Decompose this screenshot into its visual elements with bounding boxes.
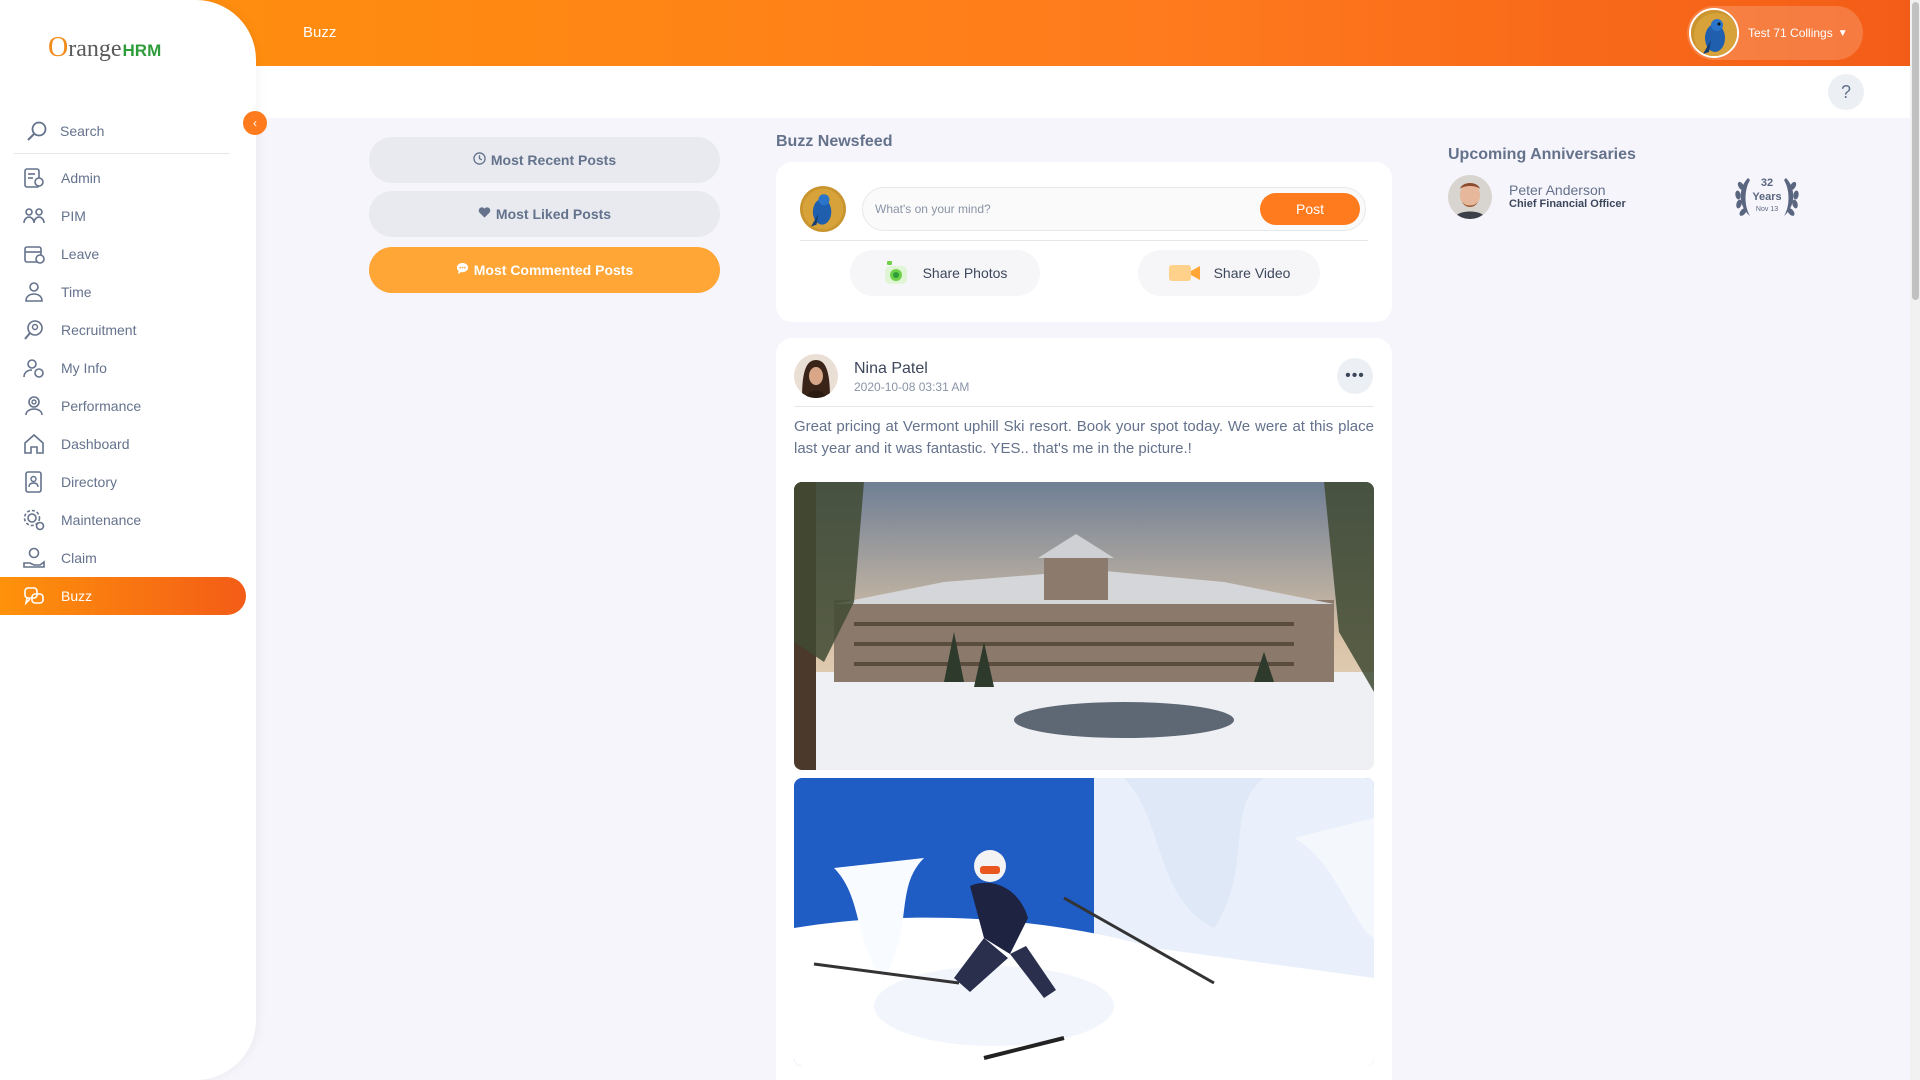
user-avatar	[1689, 8, 1739, 58]
sidebar-item-claim[interactable]: Claim	[0, 539, 246, 577]
anniversary-years-label: Years	[1752, 191, 1782, 203]
anniversary-name: Peter Anderson	[1509, 182, 1606, 198]
most-liked-posts-button[interactable]: Most Liked Posts	[369, 191, 720, 237]
filter-label: Most Liked Posts	[495, 206, 612, 222]
post-author-name[interactable]: Nina Patel	[854, 360, 928, 378]
sidebar-item-my-info[interactable]: My Info	[0, 349, 246, 387]
filter-label: Most Recent Posts	[490, 152, 617, 168]
buzz-icon	[22, 584, 46, 608]
sidebar-item-label: Admin	[61, 170, 101, 186]
camera-icon	[883, 260, 911, 286]
sidebar-item-label: Leave	[61, 246, 100, 262]
sidebar-item-leave[interactable]: Leave	[0, 235, 246, 273]
main-menu: Admin PIM Leave Time Recruitment My Info…	[0, 159, 246, 615]
top-header: Buzz Test 71 Collings ▼	[0, 0, 1920, 66]
help-button[interactable]: ?	[1828, 74, 1864, 110]
sidebar-item-dashboard[interactable]: Dashboard	[0, 425, 246, 463]
performance-icon	[22, 394, 46, 418]
sidebar-item-label: Dashboard	[61, 436, 130, 452]
share-video-button[interactable]: Share Video	[1138, 250, 1320, 296]
clock-icon	[473, 152, 486, 168]
sidebar-item-recruitment[interactable]: Recruitment	[0, 311, 246, 349]
sidebar-item-label: Maintenance	[61, 512, 142, 528]
maintenance-icon	[22, 508, 46, 532]
sidebar-item-directory[interactable]: Directory	[0, 463, 246, 501]
orangehrm-logo[interactable]: O range HRM	[48, 32, 161, 64]
composer-avatar	[800, 186, 846, 232]
comment-icon	[456, 262, 469, 278]
heart-icon	[478, 206, 491, 222]
page-title: Buzz	[303, 24, 337, 41]
sidebar-collapse-button[interactable]: ‹	[243, 111, 267, 135]
filter-label: Most Commented Posts	[473, 262, 634, 278]
post-date: 2020-10-08 03:31 AM	[854, 380, 970, 394]
user-dropdown[interactable]: Test 71 Collings ▼	[1687, 6, 1863, 60]
pim-icon	[22, 204, 46, 228]
logo-text: range	[68, 36, 122, 62]
sidebar-item-label: Performance	[61, 398, 142, 414]
sidebar-item-performance[interactable]: Performance	[0, 387, 246, 425]
sidebar: O range HRM Search Admin PIM Leave Time …	[0, 0, 256, 1080]
anniversary-years-badge: 32 Years Nov 13	[1732, 172, 1802, 222]
claim-icon	[22, 546, 46, 570]
chevron-down-icon: ▼	[1837, 27, 1848, 39]
post-image-skier[interactable]	[794, 778, 1374, 1066]
video-camera-icon	[1168, 263, 1202, 283]
share-video-label: Share Video	[1213, 265, 1291, 281]
post-composer: What's on your mind? Post Share Photos S…	[776, 162, 1392, 322]
scrollbar-thumb[interactable]	[1912, 2, 1919, 300]
post-button[interactable]: Post	[1260, 193, 1360, 225]
divider	[800, 240, 1368, 241]
post-options-button[interactable]: •••	[1337, 358, 1373, 394]
directory-icon	[22, 470, 46, 494]
anniversary-years: 32	[1760, 177, 1774, 189]
sidebar-item-pim[interactable]: PIM	[0, 197, 246, 235]
sidebar-item-label: Time	[61, 284, 92, 300]
most-commented-posts-button[interactable]: Most Commented Posts	[369, 247, 720, 293]
sidebar-item-time[interactable]: Time	[0, 273, 246, 311]
post-body: Great pricing at Vermont uphill Ski reso…	[794, 418, 1374, 457]
sidebar-item-label: Recruitment	[61, 322, 137, 338]
time-icon	[22, 280, 46, 304]
dashboard-icon	[22, 432, 46, 456]
sidebar-item-label: Directory	[61, 474, 118, 490]
anniversary-date: Nov 13	[1755, 206, 1779, 213]
logo-letter-o: O	[48, 32, 69, 63]
sub-header	[256, 66, 1910, 118]
most-recent-posts-button[interactable]: Most Recent Posts	[369, 137, 720, 183]
post-author-avatar	[794, 354, 838, 398]
logo-hrm: HRM	[122, 41, 162, 60]
leave-icon	[22, 242, 46, 266]
sidebar-item-label: My Info	[61, 360, 107, 376]
share-photos-button[interactable]: Share Photos	[850, 250, 1040, 296]
post-image-resort[interactable]	[794, 482, 1374, 770]
sidebar-item-label: Buzz	[61, 588, 93, 604]
share-photos-label: Share Photos	[922, 265, 1008, 281]
anniversaries-title: Upcoming Anniversaries	[1448, 146, 1636, 163]
sidebar-item-maintenance[interactable]: Maintenance	[0, 501, 246, 539]
search-icon	[14, 120, 60, 142]
sidebar-item-label: PIM	[61, 208, 86, 224]
anniversary-avatar	[1448, 175, 1492, 219]
sidebar-item-label: Claim	[61, 550, 97, 566]
sidebar-item-buzz[interactable]: Buzz	[0, 577, 246, 615]
admin-icon	[22, 166, 46, 190]
anniversary-role: Chief Financial Officer	[1509, 198, 1626, 210]
recruitment-icon	[22, 318, 46, 342]
sidebar-search[interactable]: Search	[14, 108, 230, 154]
sidebar-search-input[interactable]: Search	[60, 123, 104, 139]
user-name: Test 71 Collings	[1748, 26, 1833, 40]
newsfeed-title: Buzz Newsfeed	[776, 133, 893, 150]
sidebar-item-admin[interactable]: Admin	[0, 159, 246, 197]
divider	[794, 406, 1374, 407]
my-info-icon	[22, 356, 46, 380]
post-card: Nina Patel 2020-10-08 03:31 AM ••• Great…	[776, 338, 1392, 1080]
